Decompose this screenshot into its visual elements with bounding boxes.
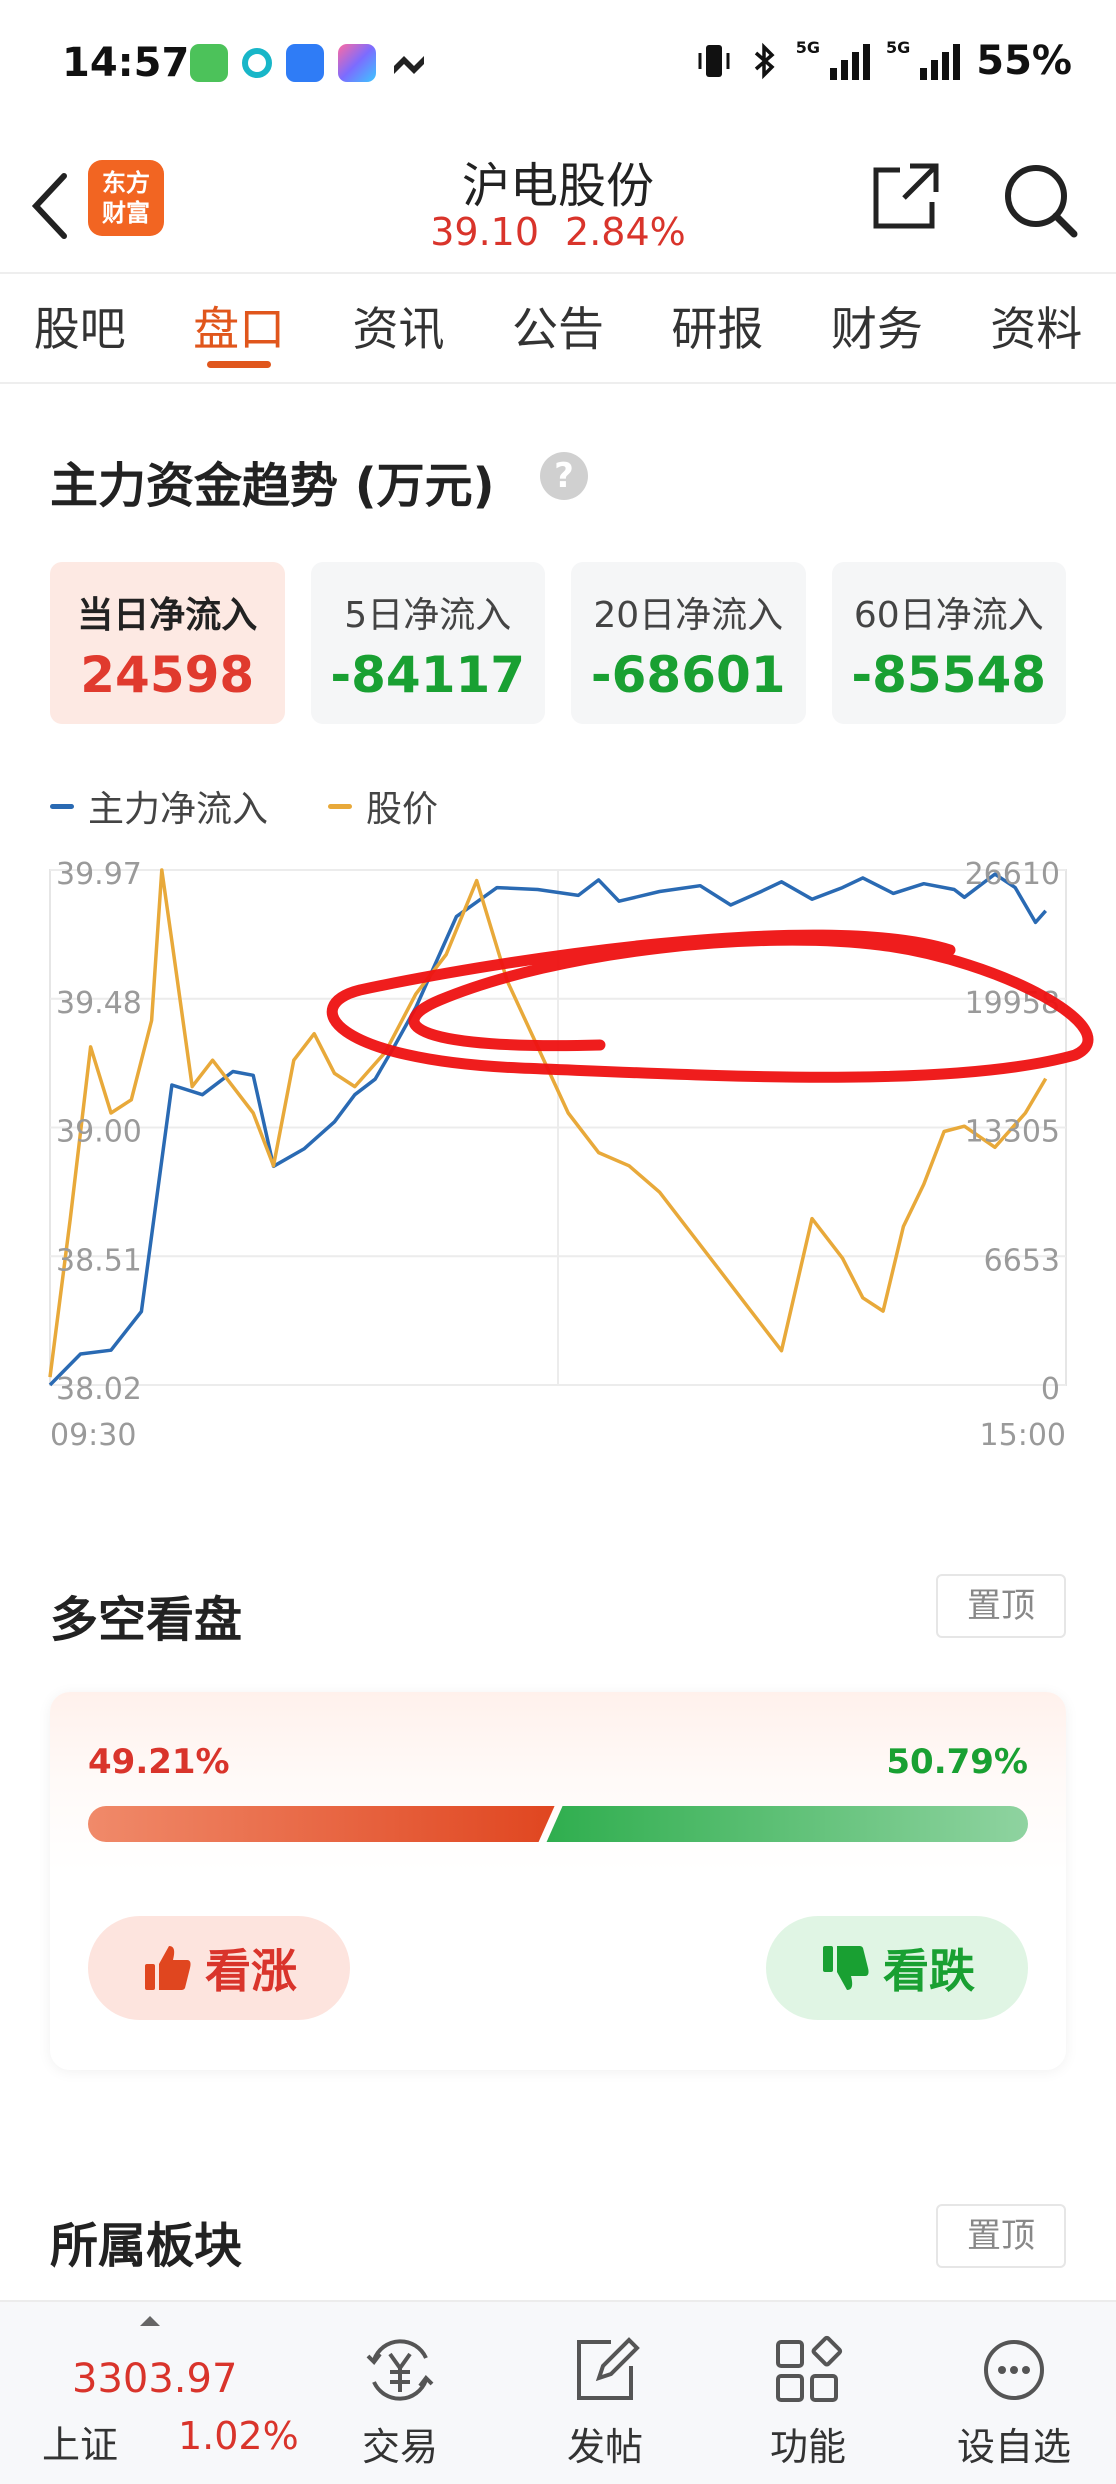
sector-pin-top-button[interactable]: 置顶 [936,2204,1066,2268]
wechat-notification-icon [190,44,228,82]
fold-app-notification-icon [390,44,428,82]
bullish-button[interactable]: 看涨 [88,1916,350,2020]
y-left-tick-label: 38.51 [56,1243,142,1278]
flow-card-label: 5日净流入 [344,595,512,636]
signal-icon-1 [829,42,870,80]
index-value: 3303.97 [72,2356,238,2402]
nav-trade[interactable]: 交易 [320,2322,480,2471]
y-right-tick-label: 0 [1041,1372,1060,1407]
fund-flow-title: 主力资金趋势 (万元) [50,458,495,514]
notification-icons [190,44,428,82]
pin-top-button[interactable]: 置顶 [936,1574,1066,1638]
x-end-label: 15:00 [980,1418,1066,1453]
tab-5[interactable]: 财务 [797,274,956,382]
y-left-tick-label: 39.00 [56,1115,142,1150]
share-icon[interactable] [870,160,942,232]
tab-2[interactable]: 资讯 [319,274,478,382]
sector-title: 所属板块 [50,2218,243,2274]
status-time: 14:57 [62,40,190,86]
flow-card-3[interactable]: 60日净流入 -85548 [831,562,1066,724]
bull-percentage: 49.21% [88,1742,230,1782]
thumbs-up-icon [145,1946,191,1990]
flow-card-label: 当日净流入 [77,595,258,636]
bearish-label: 看跌 [883,1944,975,1998]
tab-4[interactable]: 研报 [638,274,797,382]
tab-1[interactable]: 盘口 [159,274,318,382]
y-left-tick-label: 38.02 [56,1372,142,1407]
vibrate-icon [698,45,730,77]
signal-label-1: 5G [795,37,820,57]
expand-caret-icon [140,2316,160,2326]
flow-card-1[interactable]: 5日净流入 -84117 [310,562,545,724]
tab-6[interactable]: 资料 [957,274,1116,382]
nav-compose-label: 发帖 [566,2425,643,2469]
nav-functions[interactable]: 功能 [728,2322,888,2471]
flow-card-value: -85548 [851,646,1047,704]
add-watchlist-icon [984,2340,1044,2400]
flow-card-label: 20日净流入 [593,595,784,636]
flow-card-value: -84117 [330,646,526,704]
stock-header: 东方 财富 沪电股份 39.10 2.84% [0,130,1116,270]
bull-segment [88,1806,555,1842]
signal-label-2: 5G [885,37,911,57]
x-start-label: 09:30 [50,1418,136,1453]
stock-change: 2.84% [565,210,686,254]
flow-card-label: 60日净流入 [853,595,1044,636]
colorful-app-notification-icon [338,44,376,82]
nav-trade-label: 交易 [361,2425,438,2469]
flow-card-2[interactable]: 20日净流入 -68601 [571,562,806,724]
apps-grid-icon [776,2335,843,2402]
search-icon[interactable] [1000,160,1080,240]
signal-icon-2 [920,42,961,80]
legend-item-0: 主力净流入 [50,780,268,832]
index-change: 1.02% [178,2414,299,2458]
nav-add-watchlist-label: 设自选 [956,2425,1071,2469]
stock-price: 39.10 [430,210,540,254]
tab-3[interactable]: 公告 [478,274,637,382]
circle-app-notification-icon [242,48,272,78]
legend-swatch [328,803,353,809]
flow-card-0[interactable]: 当日净流入 24598 [50,562,285,724]
index-name: 上证 [42,2423,119,2467]
status-right: 5G 5G 55% [694,38,1072,84]
help-icon[interactable]: ? [540,452,588,500]
nav-functions-label: 功能 [769,2425,846,2469]
compose-icon [577,2337,640,2400]
bullish-label: 看涨 [205,1944,297,1998]
y-right-tick-label: 13305 [965,1115,1060,1150]
flow-card-value: 24598 [80,646,255,704]
nav-add-watchlist[interactable]: 设自选 [934,2322,1094,2471]
y-right-tick-label: 26610 [965,857,1060,892]
tab-bar: 股吧 盘口 资讯 公告 研报 财务 资料 [0,272,1116,384]
status-bar: 14:57 5G 5G 55% [0,0,1116,130]
bottom-nav-bar: 3303.97 上证 1.02% 交易 发帖 功能 设自选 [0,2300,1116,2484]
bear-segment [546,1806,1028,1842]
fund-flow-chart[interactable]: 39.97 2661039.48 1995839.00 1330538.51 66533… [0,840,1116,1460]
long-short-title: 多空看盘 [50,1592,243,1648]
fund-flow-cards: 当日净流入 24598 5日净流入 -84117 20日净流入 -68601 60日净流入 -… [50,562,1066,724]
long-short-card: 49.21% 50.79% 看涨 看跌 [50,1692,1066,2070]
battery-level: 55% [976,38,1072,84]
thumbs-down-icon [823,1946,869,1990]
long-short-ratio-bar [88,1806,1028,1842]
chart-legend: 主力净流入 股价 [50,780,438,832]
tab-0[interactable]: 股吧 [0,274,159,382]
y-right-tick-label: 6653 [984,1243,1060,1278]
legend-item-1: 股价 [328,780,438,832]
bear-percentage: 50.79% [886,1742,1028,1782]
legend-swatch [50,803,74,809]
hello-app-notification-icon [286,44,324,82]
legend-label: 股价 [366,789,439,830]
flow-card-value: -68601 [590,646,786,704]
y-left-tick-label: 39.48 [56,986,142,1021]
stock-quote: 39.10 2.84% [0,210,1116,254]
bearish-button[interactable]: 看跌 [766,1916,1028,2020]
y-left-tick-label: 39.97 [56,857,142,892]
bluetooth-icon [754,42,775,80]
nav-compose[interactable]: 发帖 [525,2322,685,2471]
stock-name: 沪电股份 [461,158,654,214]
trade-icon [366,2339,434,2401]
legend-label: 主力净流入 [88,789,269,830]
